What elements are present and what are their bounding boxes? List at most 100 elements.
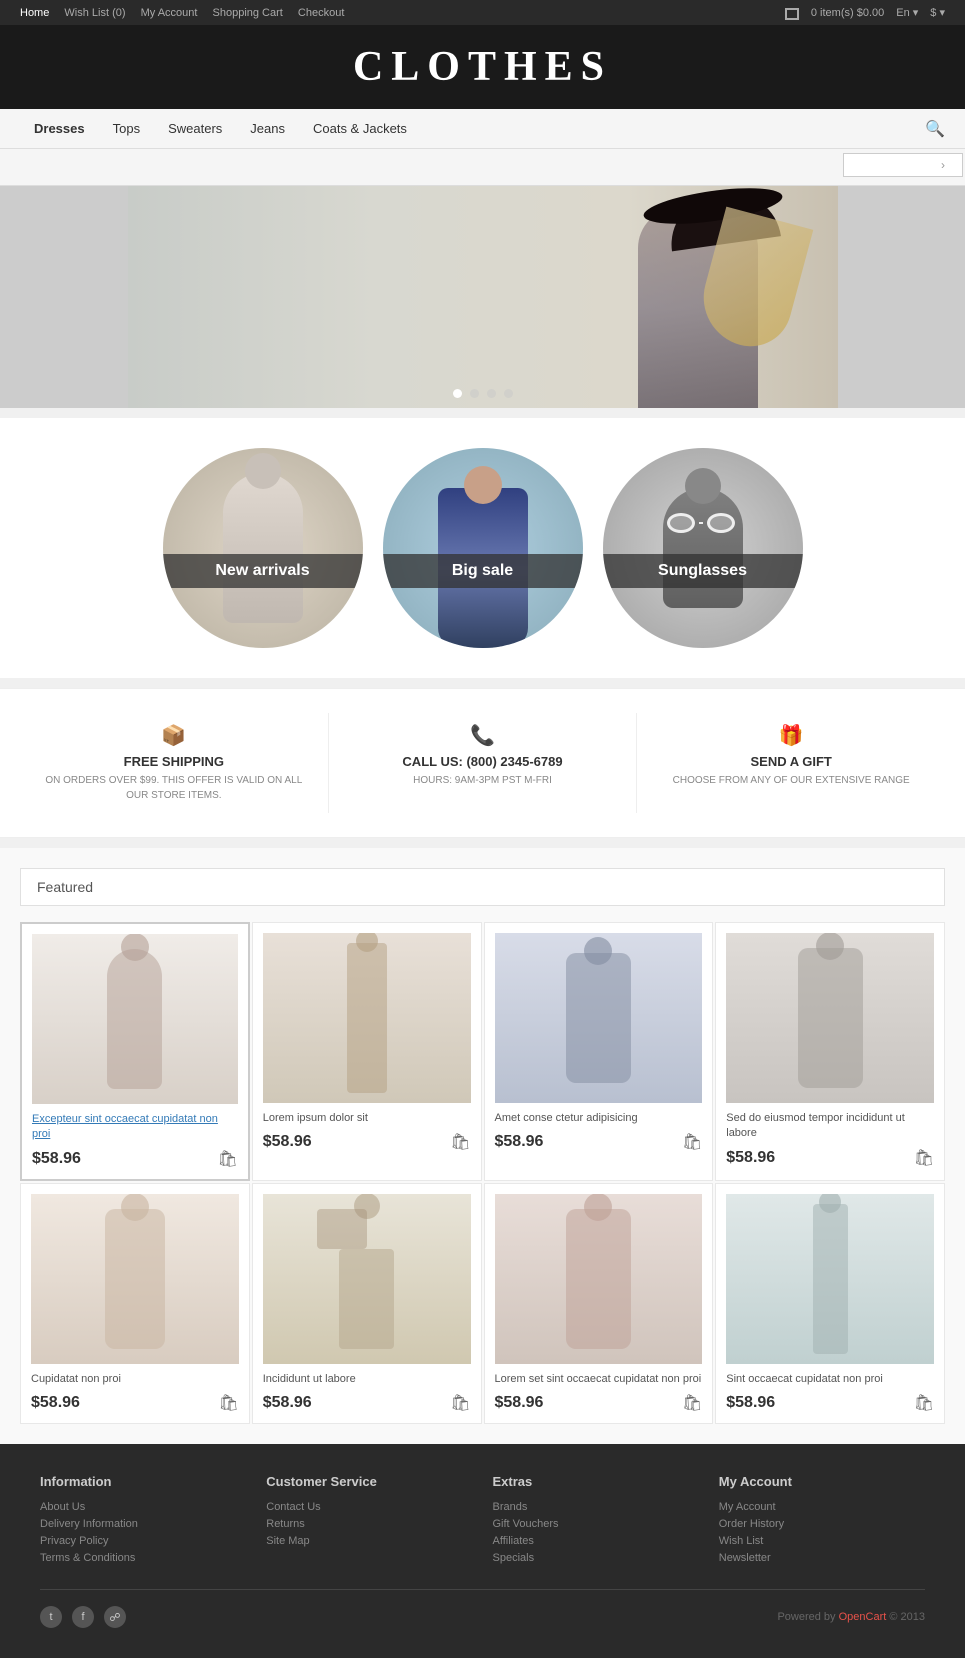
- footer-site-map[interactable]: Site Map: [266, 1535, 472, 1547]
- rss-icon[interactable]: ☍: [104, 1606, 126, 1628]
- product-link-1[interactable]: Excepteur sint occaecat cupidatat non pr…: [32, 1113, 218, 1140]
- topbar-cart[interactable]: Shopping Cart: [213, 7, 283, 19]
- product-card-1[interactable]: Excepteur sint occaecat cupidatat non pr…: [20, 922, 250, 1181]
- phone-icon: 📞: [349, 723, 617, 748]
- powered-by: Powered by OpenCart © 2013: [777, 1611, 925, 1623]
- topbar-myaccount[interactable]: My Account: [141, 7, 198, 19]
- topbar-wishlist[interactable]: Wish List (0): [64, 7, 125, 19]
- top-bar-links: Home Wish List (0) My Account Shopping C…: [20, 7, 356, 19]
- footer-wish-list[interactable]: Wish List: [719, 1535, 925, 1547]
- footer-my-account[interactable]: My Account: [719, 1501, 925, 1513]
- product-name-8: Sint occaecat cupidatat non proi: [726, 1372, 934, 1387]
- topbar-checkout[interactable]: Checkout: [298, 7, 344, 19]
- footer-newsletter[interactable]: Newsletter: [719, 1552, 925, 1564]
- opencart-brand: OpenCart: [839, 1611, 887, 1623]
- info-phone: 📞 CALL US: (800) 2345-6789 HOURS: 9AM-3P…: [329, 713, 638, 813]
- twitter-icon[interactable]: t: [40, 1606, 62, 1628]
- search-input[interactable]: [843, 153, 963, 177]
- add-to-cart-button-2[interactable]: 🛍: [450, 1132, 470, 1152]
- nav-jeans[interactable]: Jeans: [236, 109, 299, 148]
- nav-sweaters[interactable]: Sweaters: [154, 109, 236, 148]
- footer-delivery-info[interactable]: Delivery Information: [40, 1518, 246, 1530]
- footer-terms[interactable]: Terms & Conditions: [40, 1552, 246, 1564]
- footer-brands[interactable]: Brands: [493, 1501, 699, 1513]
- footer-columns: Information About Us Delivery Informatio…: [40, 1474, 925, 1569]
- nav-links: Dresses Tops Sweaters Jeans Coats & Jack…: [20, 109, 421, 148]
- search-bar-row: ›: [0, 149, 965, 186]
- product-price-1: $58.96: [32, 1150, 81, 1168]
- hero-dot-3[interactable]: [487, 389, 496, 398]
- footer-gift-vouchers[interactable]: Gift Vouchers: [493, 1518, 699, 1530]
- add-to-cart-button-7[interactable]: 🛍: [682, 1393, 702, 1413]
- circle-categories: New arrivals Big sale: [0, 418, 965, 678]
- info-gift-title: SEND A GIFT: [657, 754, 925, 769]
- search-toggle-button[interactable]: 🔍: [925, 119, 945, 139]
- topbar-home[interactable]: Home: [20, 7, 49, 19]
- hero-dots: [453, 389, 513, 398]
- add-to-cart-button-5[interactable]: 🛍: [218, 1393, 238, 1413]
- product-image-8: [726, 1194, 934, 1364]
- nav-coats[interactable]: Coats & Jackets: [299, 109, 421, 148]
- product-name-5: Cupidatat non proi: [31, 1372, 239, 1387]
- product-card-6[interactable]: Incididunt ut labore $58.96 🛍: [252, 1183, 482, 1424]
- currency-select[interactable]: $ ▾: [930, 6, 945, 19]
- footer-contact-us[interactable]: Contact Us: [266, 1501, 472, 1513]
- site-title: CLOTHES: [18, 43, 947, 91]
- product-price-row-4: $58.96 🛍: [726, 1148, 934, 1168]
- footer-information-title: Information: [40, 1474, 246, 1489]
- lang-select[interactable]: En ▾: [896, 6, 918, 19]
- nav-tops[interactable]: Tops: [99, 109, 154, 148]
- add-to-cart-button-6[interactable]: 🛍: [450, 1393, 470, 1413]
- search-submit-button[interactable]: ›: [941, 153, 945, 177]
- product-image-7: [495, 1194, 703, 1364]
- info-gift-desc: CHOOSE FROM ANY OF OUR EXTENSIVE RANGE: [657, 773, 925, 788]
- add-to-cart-button-4[interactable]: 🛍: [914, 1148, 934, 1168]
- hero-dot-4[interactable]: [504, 389, 513, 398]
- product-price-row-6: $58.96 🛍: [263, 1393, 471, 1413]
- footer-order-history[interactable]: Order History: [719, 1518, 925, 1530]
- footer-about-us[interactable]: About Us: [40, 1501, 246, 1513]
- info-gift: 🎁 SEND A GIFT CHOOSE FROM ANY OF OUR EXT…: [637, 713, 945, 813]
- product-card-7[interactable]: Lorem set sint occaecat cupidatat non pr…: [484, 1183, 714, 1424]
- add-to-cart-button-3[interactable]: 🛍: [682, 1132, 702, 1152]
- category-new-arrivals[interactable]: New arrivals: [163, 448, 363, 648]
- product-card-5[interactable]: Cupidatat non proi $58.96 🛍: [20, 1183, 250, 1424]
- gap-1: [0, 408, 965, 418]
- product-price-row-1: $58.96 🛍: [32, 1149, 238, 1169]
- footer-returns[interactable]: Returns: [266, 1518, 472, 1530]
- product-price-3: $58.96: [495, 1133, 544, 1151]
- category-sunglasses[interactable]: Sunglasses: [603, 448, 803, 648]
- nav-dresses[interactable]: Dresses: [20, 109, 99, 148]
- shipping-icon: 📦: [40, 723, 308, 748]
- footer-privacy-policy[interactable]: Privacy Policy: [40, 1535, 246, 1547]
- hero-dot-2[interactable]: [470, 389, 479, 398]
- add-to-cart-button-8[interactable]: 🛍: [914, 1393, 934, 1413]
- info-shipping-desc: ON ORDERS OVER $99. THIS OFFER IS VALID …: [40, 773, 308, 803]
- hero-bg: [128, 186, 838, 408]
- product-image-3: [495, 933, 703, 1103]
- product-card-8[interactable]: Sint occaecat cupidatat non proi $58.96 …: [715, 1183, 945, 1424]
- product-name-7: Lorem set sint occaecat cupidatat non pr…: [495, 1372, 703, 1387]
- footer-extras-title: Extras: [493, 1474, 699, 1489]
- facebook-icon[interactable]: f: [72, 1606, 94, 1628]
- product-price-row-3: $58.96 🛍: [495, 1132, 703, 1152]
- info-phone-desc: HOURS: 9AM-3PM PST M-FRI: [349, 773, 617, 788]
- add-to-cart-button-1[interactable]: 🛍: [217, 1149, 237, 1169]
- footer-customer-service-title: Customer Service: [266, 1474, 472, 1489]
- gap-2: [0, 678, 965, 688]
- footer-col-account: My Account My Account Order History Wish…: [719, 1474, 925, 1569]
- site-header: CLOTHES: [0, 25, 965, 109]
- category-big-sale[interactable]: Big sale: [383, 448, 583, 648]
- product-card-2[interactable]: Lorem ipsum dolor sit $58.96 🛍: [252, 922, 482, 1181]
- top-bar: Home Wish List (0) My Account Shopping C…: [0, 0, 965, 25]
- product-card-4[interactable]: Sed do eiusmod tempor incididunt ut labo…: [715, 922, 945, 1181]
- featured-title: Featured: [37, 879, 928, 895]
- footer-account-title: My Account: [719, 1474, 925, 1489]
- gap-3: [0, 838, 965, 848]
- product-card-3[interactable]: Amet conse ctetur adipisicing $58.96 🛍: [484, 922, 714, 1181]
- footer-social-links: t f ☍: [40, 1606, 126, 1628]
- product-price-row-7: $58.96 🛍: [495, 1393, 703, 1413]
- footer-affiliates[interactable]: Affiliates: [493, 1535, 699, 1547]
- hero-dot-1[interactable]: [453, 389, 462, 398]
- footer-specials[interactable]: Specials: [493, 1552, 699, 1564]
